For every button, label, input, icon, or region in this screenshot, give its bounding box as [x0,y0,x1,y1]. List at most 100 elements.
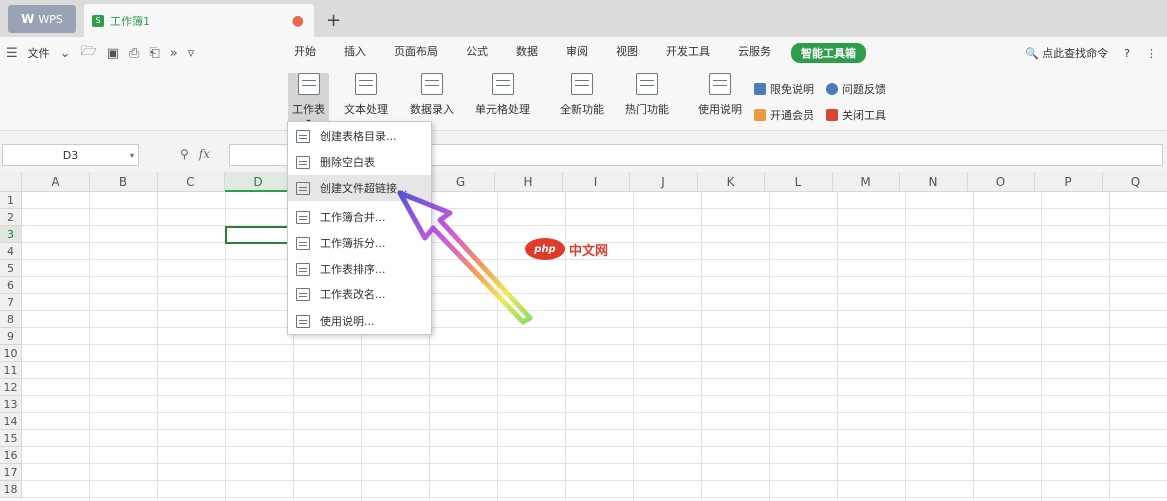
column-header-b[interactable]: B [90,172,158,192]
directory-icon [296,129,310,143]
column-header-k[interactable]: K [697,172,765,192]
tab-cloud[interactable]: 云服务 [724,43,785,63]
row-header-2[interactable]: 2 [0,209,22,226]
free-info-label: 限免说明 [770,83,814,96]
preview-icon[interactable]: ⎗ [149,46,159,61]
column-header-i[interactable]: I [562,172,630,192]
row-header-3[interactable]: 3 [0,226,22,243]
zoom-icon[interactable]: ⚲ [180,147,189,161]
function-icon[interactable]: fx [199,147,210,161]
menu-item-delete-blank-sheet[interactable]: 删除空白表 [288,149,431,175]
row-header-15[interactable]: 15 [0,430,22,447]
new-features-button[interactable]: 全新功能 [560,73,604,117]
free-info-button[interactable]: 限免说明 [754,81,814,97]
document-tab[interactable]: S 工作簿1 ● [84,4,314,37]
row-header-10[interactable]: 10 [0,345,22,362]
tag-icon [754,83,766,95]
column-header-c[interactable]: C [157,172,225,192]
row-header-9[interactable]: 9 [0,328,22,345]
question-icon [826,83,838,95]
customize-icon[interactable]: ▿ [188,46,195,61]
row-header-1[interactable]: 1 [0,192,22,209]
column-header-m[interactable]: M [832,172,900,192]
close-tools-button[interactable]: 关闭工具 [826,107,886,123]
file-menu[interactable]: 文件 [28,45,50,61]
new-tab-button[interactable]: + [326,10,341,31]
chevron-down-icon[interactable]: ⌄ [60,46,71,61]
spreadsheet-grid[interactable]: ABCDEFGHIJKLMNOPQ 1234567891011121314151… [0,172,1167,501]
wps-home-tab[interactable]: W WPS [8,5,76,33]
row-header-5[interactable]: 5 [0,260,22,277]
cell-reference: D3 [62,148,79,162]
row-header-7[interactable]: 7 [0,294,22,311]
save-icon[interactable]: ▣ [107,46,119,61]
feedback-button[interactable]: 问题反馈 [826,81,886,97]
row-header-16[interactable]: 16 [0,447,22,464]
crown-icon [754,109,766,121]
tab-formulas[interactable]: 公式 [452,43,502,63]
document-tab-label: 工作簿1 [110,14,150,28]
hot-features-button[interactable]: 热门功能 [625,73,669,117]
more-options-button[interactable]: ⋮ [1146,47,1157,60]
column-header-d[interactable]: D [224,172,293,192]
column-header-p[interactable]: P [1035,172,1103,192]
ribbon-body: 工作表▾ 文本处理 数据录入 单元格处理 全新功能 热门功能 使用说明 限免说明… [0,69,1167,131]
tab-home[interactable]: 开始 [280,43,330,63]
help-button[interactable]: ? [1124,47,1130,60]
tab-developer[interactable]: 开发工具 [652,43,724,63]
menu-item-label: 使用说明... [320,315,375,328]
column-header-j[interactable]: J [630,172,698,192]
guide-icon [296,314,310,328]
row-header-14[interactable]: 14 [0,413,22,430]
row-header-18[interactable]: 18 [0,481,22,498]
row-header-8[interactable]: 8 [0,311,22,328]
text-processing-button[interactable]: 文本处理 [344,73,388,117]
column-header-a[interactable]: A [22,172,90,192]
menu-item-label: 创建表格目录... [320,130,397,143]
tab-view[interactable]: 视图 [602,43,652,63]
menu-item-label: 删除空白表 [320,156,375,169]
tab-insert[interactable]: 插入 [330,43,380,63]
tab-page-layout[interactable]: 页面布局 [380,43,452,63]
rename-icon [296,287,310,301]
active-cell-d3[interactable] [225,226,293,244]
select-all-corner[interactable] [0,172,22,192]
tab-review[interactable]: 审阅 [552,43,602,63]
row-header-12[interactable]: 12 [0,379,22,396]
column-header-o[interactable]: O [967,172,1035,192]
annotation-arrow-icon [397,190,533,325]
row-header-6[interactable]: 6 [0,277,22,294]
row-header-11[interactable]: 11 [0,362,22,379]
more-chevron-icon[interactable]: » [170,46,178,61]
menu-row: ☰ 文件 ⌄ 🗁 ▣ ⎙ ⎗ » ▿ 开始 插入 页面布局 公式 数据 审阅 视… [0,37,1167,69]
text-processing-icon [355,73,377,95]
tab-smart-toolbox[interactable]: 智能工具箱 [791,43,866,63]
sort-icon [296,262,310,276]
cell-processing-button[interactable]: 单元格处理 [475,73,530,117]
name-box[interactable]: D3 ▾ [2,144,139,166]
vip-label: 开通会员 [770,109,814,122]
usage-guide-button[interactable]: 使用说明 [698,73,742,117]
menu-item-create-table-directory[interactable]: 创建表格目录... [288,123,431,149]
open-folder-icon[interactable]: 🗁 [81,42,97,64]
row-header-4[interactable]: 4 [0,243,22,260]
column-header-q[interactable]: Q [1102,172,1167,192]
tab-data[interactable]: 数据 [502,43,552,63]
command-search[interactable]: 🔍 点此查找命令 [1025,45,1108,61]
watermark: php 中文网 [525,238,608,260]
print-icon[interactable]: ⎙ [129,46,139,61]
ribbon-tabs: 开始 插入 页面布局 公式 数据 审阅 视图 开发工具 云服务 智能工具箱 [280,43,866,63]
wps-tab-label: WPS [38,12,63,26]
usage-guide-icon [709,73,731,95]
delete-sheet-icon [296,155,310,169]
vip-button[interactable]: 开通会员 [754,107,814,123]
row-header-17[interactable]: 17 [0,464,22,481]
chevron-down-icon[interactable]: ▾ [130,151,134,160]
menu-item-label: 工作表改名... [320,288,386,301]
hamburger-icon[interactable]: ☰ [6,46,18,61]
column-header-n[interactable]: N [900,172,968,192]
row-header-13[interactable]: 13 [0,396,22,413]
new-features-icon [571,73,593,95]
data-entry-button[interactable]: 数据录入 [410,73,454,117]
column-header-l[interactable]: L [765,172,833,192]
